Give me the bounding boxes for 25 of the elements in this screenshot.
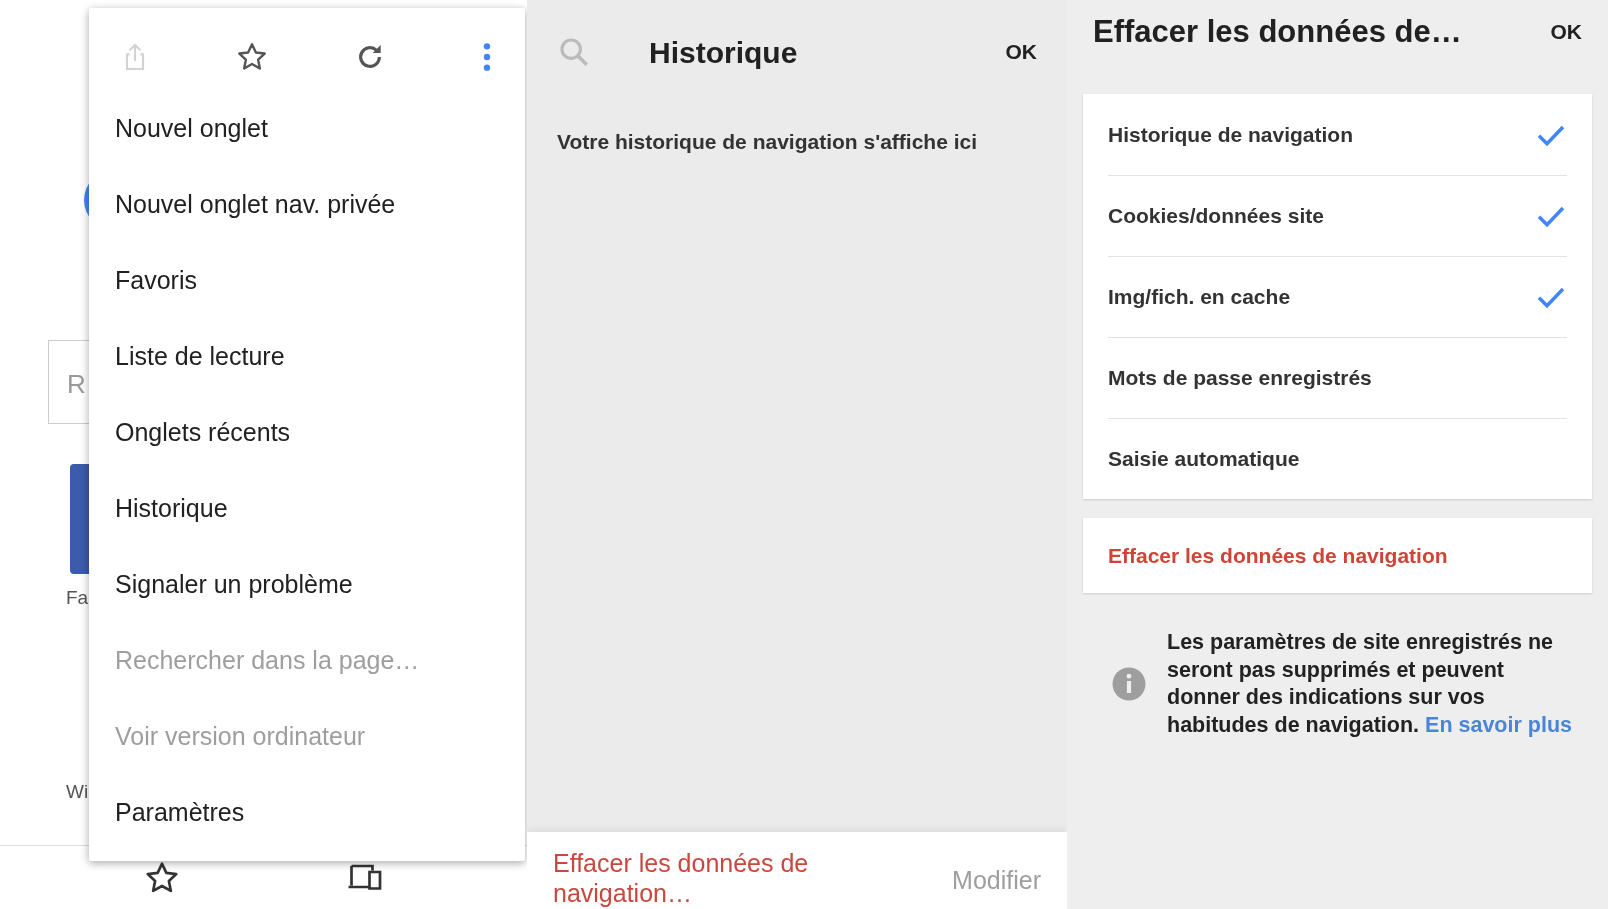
option-label[interactable]: Historique de navigation xyxy=(1108,118,1354,151)
option-label[interactable]: Cookies/données site xyxy=(1108,200,1324,232)
page-title: Historique xyxy=(649,34,799,71)
option-label[interactable]: Mots de passe enregistrés xyxy=(1108,362,1372,394)
menu-item[interactable]: Paramètres xyxy=(115,774,245,850)
info-text: Les paramètres de site enregistrés ne seront pas supprimés et peuvent donner des indications sur vos habitudes de navigation. En savoir plus xyxy=(1167,629,1573,739)
empty-message: Votre historique de navigation s'affiche ici xyxy=(556,129,979,155)
info-icon xyxy=(1111,666,1147,702)
menu-item[interactable]: Liste de lecture xyxy=(115,318,285,394)
menu-item[interactable]: Signaler un problème xyxy=(115,546,353,622)
option-label[interactable]: Img/fich. en cache xyxy=(1108,281,1291,313)
clear-data-link[interactable]: Effacer les données de navigation… xyxy=(553,848,853,909)
shortcut-label: Fa xyxy=(66,586,89,610)
option-label[interactable]: Saisie automatique xyxy=(1108,443,1300,475)
link-label: Wi xyxy=(66,779,89,804)
clear-data-button[interactable]: Effacer les données de navigation xyxy=(1083,518,1592,593)
ok-button[interactable]: OK xyxy=(1550,16,1582,48)
menu-item[interactable]: Nouvel onglet nav. privée xyxy=(115,166,396,242)
menu-item[interactable]: Nouvel onglet xyxy=(115,90,268,166)
dialog-title: Effacer les données de… xyxy=(1093,12,1462,51)
star-icon[interactable] xyxy=(236,41,269,73)
ok-button[interactable]: OK xyxy=(1005,36,1037,68)
menu-item[interactable]: Favoris xyxy=(115,242,197,318)
menu-item[interactable]: Historique xyxy=(115,470,228,546)
menu-item[interactable]: Onglets récents xyxy=(115,394,291,470)
